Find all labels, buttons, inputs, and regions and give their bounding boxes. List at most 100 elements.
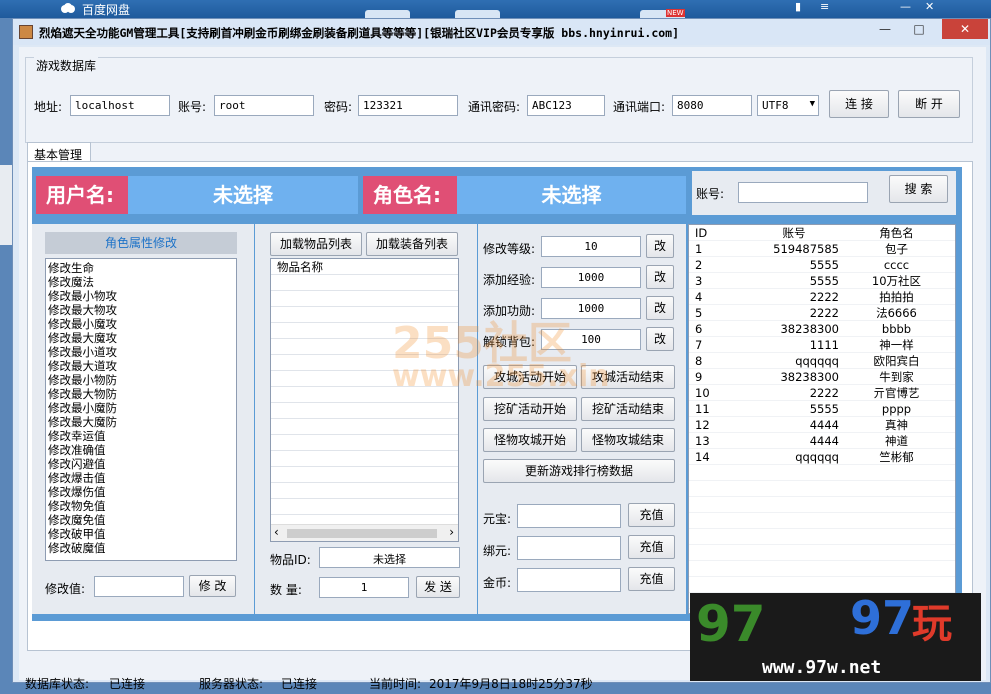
items-hscrollbar[interactable]: ‹ › <box>271 524 458 541</box>
minimize-browser-icon[interactable]: — <box>900 0 911 13</box>
attr-list-item[interactable]: 修改爆击值 <box>46 471 236 485</box>
attr-list-item[interactable]: 修改最小道攻 <box>46 345 236 359</box>
attr-list-item[interactable]: 修改物免值 <box>46 499 236 513</box>
item-id-value[interactable]: 未选择 <box>319 547 460 568</box>
comm-password-input[interactable]: ABC123 <box>527 95 605 116</box>
attr-list-item[interactable]: 修改最小物攻 <box>46 289 236 303</box>
items-grid-row[interactable] <box>271 419 458 435</box>
account-input[interactable]: root <box>214 95 314 116</box>
table-row[interactable]: 8 qqqqqq 欧阳宾白 <box>689 353 955 369</box>
items-grid[interactable]: 物品名称 <box>270 258 459 542</box>
table-row[interactable]: 6 38238300 bbbb <box>689 321 955 337</box>
table-row[interactable]: 3 5555 10万社区 <box>689 273 955 289</box>
attr-list-item[interactable]: 修改闪避值 <box>46 457 236 471</box>
level-label: 修改等级: <box>483 242 536 256</box>
bell-icon[interactable]: ▮ <box>795 0 801 13</box>
attr-list-item[interactable]: 修改最大道攻 <box>46 359 236 373</box>
attr-listbox[interactable]: 修改生命 修改魔法 修改最小物攻 修改最大物攻 修改最小魔攻 修改最大魔攻 修改最小道攻 修改… <box>45 258 237 561</box>
attr-list-item[interactable]: 修改准确值 <box>46 443 236 457</box>
role-name-cell: bbbb <box>881 322 912 336</box>
yuanbao-input[interactable] <box>517 504 621 528</box>
gold-recharge-button[interactable]: 充值 <box>628 567 675 591</box>
load-items-button[interactable]: 加载物品列表 <box>270 232 362 256</box>
exp-modify-button[interactable]: 改 <box>646 265 674 289</box>
bindyuan-recharge-button[interactable]: 充值 <box>628 535 675 559</box>
table-row[interactable]: 1 519487585 包子 <box>689 241 955 257</box>
yuanbao-recharge-button[interactable]: 充值 <box>628 503 675 527</box>
table-row[interactable]: 2 5555 cccc <box>689 257 955 273</box>
scroll-right-icon[interactable]: › <box>449 525 454 539</box>
attr-list-item[interactable]: 修改最大物攻 <box>46 303 236 317</box>
gold-input[interactable] <box>517 568 621 592</box>
menu-icon[interactable]: ≡ <box>820 0 829 13</box>
table-row[interactable]: 13 4444 神道 <box>689 433 955 449</box>
table-row[interactable]: 4 2222 拍拍拍 <box>689 289 955 305</box>
items-grid-row[interactable] <box>271 275 458 291</box>
attr-list-item[interactable]: 修改破甲值 <box>46 527 236 541</box>
monster-start-button[interactable]: 怪物攻城开始 <box>483 428 577 452</box>
account-id-cell: 13 <box>695 434 710 448</box>
baidu-label[interactable]: 百度网盘 <box>82 1 130 18</box>
table-row[interactable]: 7 1111 神一样 <box>689 337 955 353</box>
items-grid-row[interactable] <box>271 403 458 419</box>
items-grid-row[interactable] <box>271 451 458 467</box>
bag-modify-button[interactable]: 改 <box>646 327 674 351</box>
attr-list-item[interactable]: 修改最大魔攻 <box>46 331 236 345</box>
address-input[interactable]: localhost <box>70 95 170 116</box>
attr-list-item[interactable]: 修改最大物防 <box>46 387 236 401</box>
table-row[interactable]: 10 2222 亓官博艺 <box>689 385 955 401</box>
items-grid-row[interactable] <box>271 291 458 307</box>
attr-list-item[interactable]: 修改魔法 <box>46 275 236 289</box>
connect-button[interactable]: 连 接 <box>829 90 889 118</box>
quantity-input[interactable]: 1 <box>319 577 409 598</box>
comm-port-input[interactable]: 8080 <box>672 95 752 116</box>
items-grid-row[interactable] <box>271 435 458 451</box>
minimize-button[interactable]: — <box>871 19 899 39</box>
exp-input[interactable]: 1000 <box>541 267 641 288</box>
charset-select[interactable]: UTF8 ▼ <box>757 95 819 116</box>
attr-list-item[interactable]: 修改爆伤值 <box>46 485 236 499</box>
attr-list-item[interactable]: 修改最小魔攻 <box>46 317 236 331</box>
modify-value-input[interactable] <box>94 576 184 597</box>
table-row[interactable]: 5 2222 法6666 <box>689 305 955 321</box>
attr-list-item[interactable]: 修改最小魔防 <box>46 401 236 415</box>
search-button[interactable]: 搜 索 <box>889 175 948 203</box>
attr-list-item[interactable]: 修改最小物防 <box>46 373 236 387</box>
level-modify-button[interactable]: 改 <box>646 234 674 258</box>
taskbar-item[interactable] <box>455 10 500 18</box>
monster-end-button[interactable]: 怪物攻城结束 <box>581 428 675 452</box>
items-grid-row[interactable] <box>271 499 458 515</box>
attr-list-item[interactable]: 修改破魔值 <box>46 541 236 555</box>
app-icon <box>19 25 33 39</box>
bindyuan-input[interactable] <box>517 536 621 560</box>
level-input[interactable]: 10 <box>541 236 641 257</box>
tab-basic[interactable]: 基本管理 <box>27 142 91 163</box>
attr-list-item[interactable]: 修改魔免值 <box>46 513 236 527</box>
mining-end-button[interactable]: 挖矿活动结束 <box>581 397 675 421</box>
scroll-thumb[interactable] <box>287 529 437 538</box>
password-input[interactable]: 123321 <box>358 95 458 116</box>
attr-list-item[interactable]: 修改生命 <box>46 261 236 275</box>
update-ranking-button[interactable]: 更新游戏排行榜数据 <box>483 459 675 483</box>
merit-modify-button[interactable]: 改 <box>646 296 674 320</box>
table-row[interactable]: 9 38238300 牛到家 <box>689 369 955 385</box>
load-equip-button[interactable]: 加载装备列表 <box>366 232 458 256</box>
send-button[interactable]: 发 送 <box>416 576 460 598</box>
mining-start-button[interactable]: 挖矿活动开始 <box>483 397 577 421</box>
table-row[interactable]: 14 qqqqqq 竺彬郁 <box>689 449 955 465</box>
disconnect-button[interactable]: 断 开 <box>898 90 960 118</box>
items-grid-row[interactable] <box>271 467 458 483</box>
attr-list-item[interactable]: 修改幸运值 <box>46 429 236 443</box>
accounts-table[interactable]: ID 账号 角色名 1 519487585 包子 2 5555 cccc 3 5555 10万社… <box>688 224 956 614</box>
scroll-left-icon[interactable]: ‹ <box>274 525 279 539</box>
items-grid-row[interactable] <box>271 483 458 499</box>
attr-list-item[interactable]: 修改最大魔防 <box>46 415 236 429</box>
maximize-button[interactable]: □ <box>905 19 933 39</box>
close-browser-icon[interactable]: ✕ <box>925 0 934 13</box>
close-button[interactable]: ✕ <box>942 19 988 39</box>
search-account-input[interactable] <box>738 182 868 203</box>
table-row[interactable]: 11 5555 pppp <box>689 401 955 417</box>
table-row[interactable]: 12 4444 真神 <box>689 417 955 433</box>
taskbar-item[interactable] <box>365 10 410 18</box>
modify-button[interactable]: 修 改 <box>189 575 236 597</box>
